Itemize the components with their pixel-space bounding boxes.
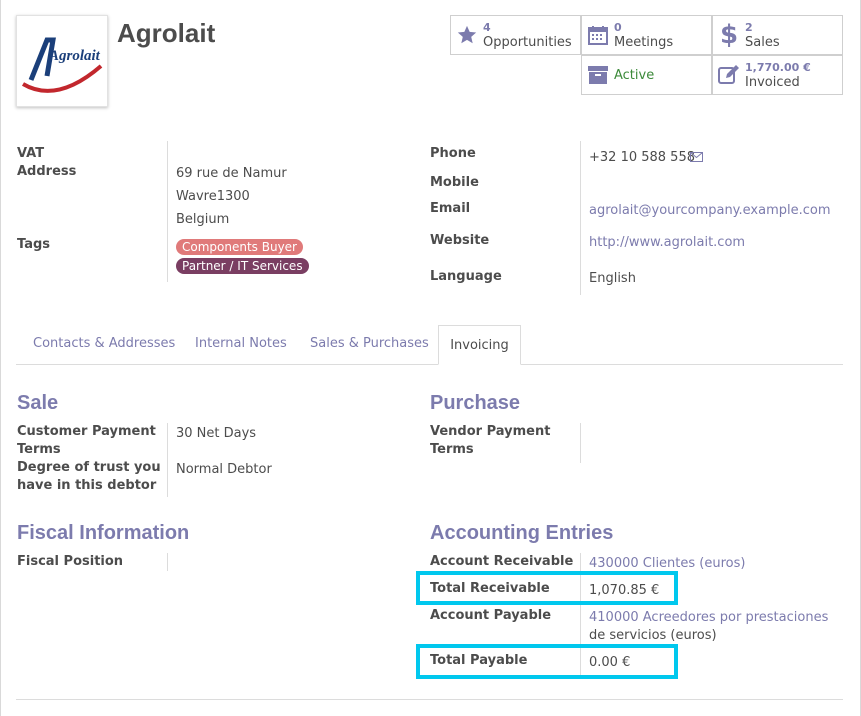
language-label: Language: [430, 269, 502, 284]
tag-partner-it-services[interactable]: Partner / IT Services: [176, 258, 309, 274]
language-value: English: [589, 271, 636, 286]
envelope-icon[interactable]: [690, 151, 703, 166]
vendor-payment-terms-label-cont: Terms: [430, 442, 474, 457]
divider: [580, 141, 581, 295]
mobile-label: Mobile: [430, 175, 479, 190]
vat-label: VAT: [17, 146, 45, 161]
trust-label: Degree of trust you: [17, 460, 161, 475]
email-label: Email: [430, 201, 471, 216]
active-label: Active: [614, 67, 655, 83]
phone-value[interactable]: +32 10 588 558: [589, 149, 695, 167]
address-line2: Wavre1300: [176, 189, 250, 204]
active-toggle-button[interactable]: Active: [581, 55, 712, 95]
tab-internal-notes[interactable]: Internal Notes: [195, 336, 287, 351]
sales-count: 2: [745, 21, 753, 34]
edit-icon: [713, 65, 745, 85]
tag-components-buyer[interactable]: Components Buyer: [176, 239, 303, 255]
fiscal-position-label: Fiscal Position: [17, 554, 124, 569]
customer-payment-terms-label-cont: Terms: [17, 442, 61, 457]
divider: [167, 141, 168, 282]
customer-payment-terms-value[interactable]: 30 Net Days: [176, 425, 256, 443]
opportunities-count: 4: [483, 21, 491, 34]
fiscal-section-title: Fiscal Information: [17, 522, 190, 544]
total-receivable-highlight: [416, 571, 678, 605]
account-payable-link[interactable]: 410000 Acreedores por prestaciones: [589, 609, 828, 627]
invoiced-button[interactable]: 1,770.00 € Invoiced: [712, 55, 843, 95]
account-receivable-label: Account Receivable: [430, 554, 574, 569]
account-payable-label: Account Payable: [430, 608, 552, 623]
divider: [167, 423, 168, 497]
invoiced-amount: 1,770.00 €: [745, 61, 811, 74]
address-label: Address: [17, 164, 77, 179]
customer-payment-terms-label: Customer Payment: [17, 424, 156, 439]
trust-value[interactable]: Normal Debtor: [176, 461, 272, 479]
meetings-label: Meetings: [614, 35, 674, 50]
total-payable-highlight: [416, 644, 678, 679]
phone-label: Phone: [430, 146, 476, 161]
purchase-section-title: Purchase: [430, 392, 521, 414]
logo-text: Agrolait: [48, 48, 101, 64]
avatar[interactable]: Agrolait: [16, 15, 108, 107]
account-payable-link-cont[interactable]: de servicios (euros): [589, 627, 717, 645]
invoiced-label: Invoiced: [745, 75, 800, 90]
divider: [167, 553, 168, 571]
sales-label: Sales: [745, 35, 780, 50]
accounting-section-title: Accounting Entries: [430, 522, 614, 544]
dollar-icon: $: [719, 20, 739, 50]
website-link[interactable]: http://www.agrolait.com: [589, 234, 745, 252]
address-line3: Belgium: [176, 212, 230, 227]
divider: [580, 423, 581, 463]
tab-invoicing[interactable]: Invoicing: [438, 325, 521, 365]
meetings-count: 0: [614, 21, 622, 34]
opportunities-button[interactable]: 4 Opportunities: [450, 15, 581, 55]
meetings-button[interactable]: 0 Meetings: [581, 15, 712, 55]
opportunities-label: Opportunities: [483, 35, 572, 50]
sales-button[interactable]: $ 2 Sales: [712, 15, 843, 55]
website-label: Website: [430, 233, 490, 248]
address-line1: 69 rue de Namur: [176, 166, 287, 181]
tags-label: Tags: [17, 237, 51, 252]
sheet-border-left: [0, 0, 1, 716]
partner-name: Agrolait: [117, 18, 216, 48]
email-link[interactable]: agrolait@yourcompany.example.com: [589, 202, 831, 220]
star-icon: [451, 24, 483, 46]
tabs-divider: [16, 364, 843, 365]
sale-section-title: Sale: [17, 392, 59, 414]
tab-contacts-addresses[interactable]: Contacts & Addresses: [33, 336, 175, 351]
trust-label-cont: have in this debtor: [17, 478, 157, 493]
section-divider: [16, 699, 843, 700]
archive-icon: [582, 65, 614, 85]
calendar-icon: [582, 25, 614, 45]
tab-sales-purchases[interactable]: Sales & Purchases: [310, 336, 429, 351]
vendor-payment-terms-label: Vendor Payment: [430, 424, 551, 439]
agrolait-logo: Agrolait: [21, 37, 103, 93]
